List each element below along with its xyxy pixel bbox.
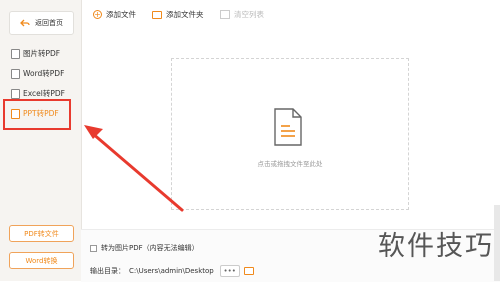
open-folder-icon[interactable] — [243, 267, 254, 275]
pdf-to-file-button[interactable]: PDF转文件 — [9, 225, 74, 242]
sidebar-item-image-to-pdf[interactable]: 图片转PDF — [11, 47, 60, 60]
folder-icon — [152, 10, 162, 19]
output-directory-label: 输出目录： — [90, 267, 125, 275]
plus-circle-icon: + — [93, 9, 102, 19]
watermark-text: 软件技巧 — [378, 231, 494, 262]
back-home-label: 返回首页 — [35, 19, 63, 27]
add-folder-label: 添加文件夹 — [166, 10, 204, 19]
output-path-field[interactable]: C:\Users\admin\Desktop — [129, 267, 214, 275]
drop-zone-hint: 点击或拖拽文件至此处 — [257, 160, 323, 168]
clear-list-label: 清空列表 — [234, 10, 264, 19]
convert-to-image-option[interactable]: 转为图片PDF（内容无法编辑） — [90, 243, 199, 253]
toolbar: + 添加文件 添加文件夹 清空列表 — [81, 0, 500, 31]
document-icon — [274, 108, 302, 146]
word-file-icon — [11, 68, 20, 79]
back-arrow-icon — [20, 19, 30, 27]
add-file-label: 添加文件 — [106, 10, 136, 19]
browse-more-button[interactable]: ••• — [219, 265, 240, 277]
sidebar-item-label: 图片转PDF — [23, 49, 61, 58]
clear-list-icon — [220, 10, 230, 19]
word-convert-button[interactable]: Word转换 — [9, 252, 74, 269]
excel-file-icon — [11, 88, 20, 99]
convert-to-image-checkbox[interactable] — [90, 244, 97, 252]
sidebar: 返回首页 图片转PDF Word转PDF Excel转PDF PPT转PDF P… — [0, 0, 82, 281]
output-directory-row: 输出目录： C:\Users\admin\Desktop ••• — [90, 265, 254, 277]
image-file-icon — [11, 48, 20, 59]
add-file-button[interactable]: + 添加文件 — [93, 9, 136, 20]
add-folder-button[interactable]: 添加文件夹 — [152, 9, 204, 20]
window-edge — [494, 205, 500, 281]
convert-to-image-label: 转为图片PDF（内容无法编辑） — [101, 244, 199, 252]
sidebar-item-label: Word转PDF — [23, 69, 65, 78]
clear-list-button[interactable]: 清空列表 — [220, 9, 264, 20]
file-drop-zone[interactable]: 点击或拖拽文件至此处 — [171, 58, 409, 210]
back-home-button[interactable]: 返回首页 — [9, 11, 74, 35]
annotation-highlight-box — [3, 99, 71, 130]
sidebar-item-word-to-pdf[interactable]: Word转PDF — [11, 67, 64, 80]
sidebar-item-label: Excel转PDF — [23, 89, 65, 98]
